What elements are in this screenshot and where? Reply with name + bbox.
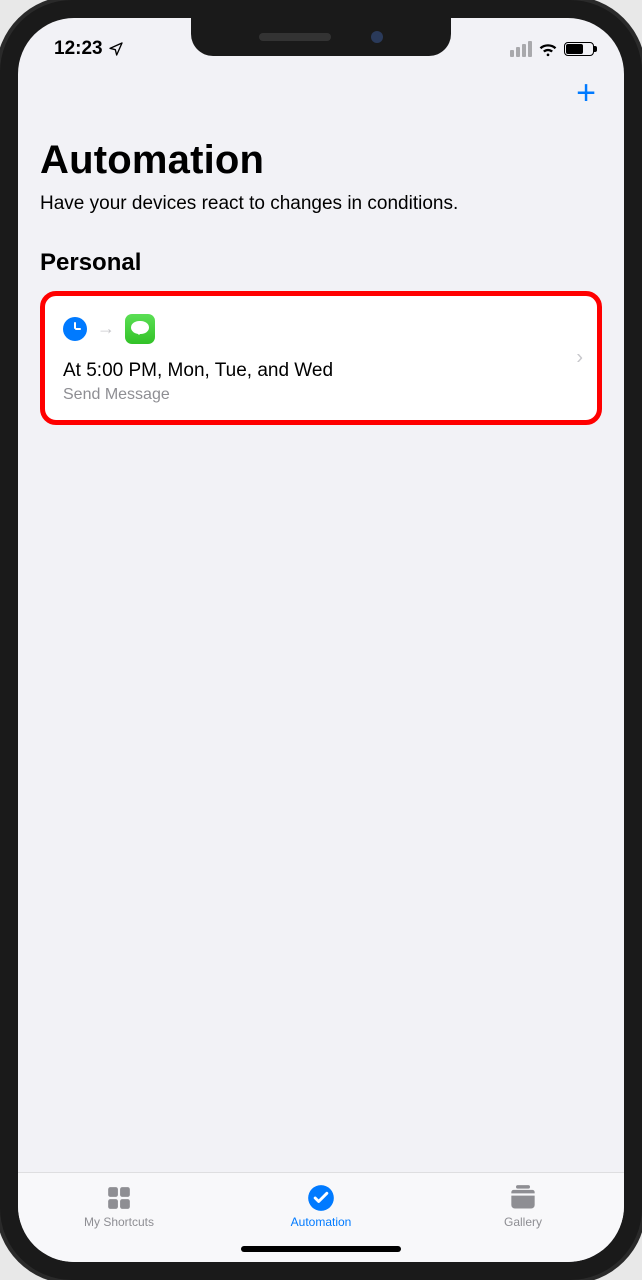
gallery-icon (423, 1183, 623, 1213)
tab-label: My Shortcuts (19, 1215, 219, 1229)
wifi-icon (538, 42, 558, 57)
section-header-personal: Personal (40, 249, 602, 277)
messages-icon (125, 314, 155, 344)
cellular-icon (510, 41, 532, 57)
page-title: Automation (40, 138, 602, 183)
automation-item[interactable]: → At 5:00 PM, Mon, Tue, and Wed Send Mes… (40, 291, 602, 425)
content-area: Automation Have your devices react to ch… (18, 70, 624, 1172)
automation-tab-icon (221, 1183, 421, 1213)
status-time: 12:23 (54, 38, 103, 60)
notch (191, 18, 451, 56)
automation-title: At 5:00 PM, Mon, Tue, and Wed (63, 360, 579, 382)
tab-my-shortcuts[interactable]: My Shortcuts (19, 1183, 219, 1229)
clock-icon (63, 317, 87, 341)
location-icon (108, 41, 124, 57)
tab-automation[interactable]: Automation (221, 1183, 421, 1229)
tab-label: Gallery (423, 1215, 623, 1229)
tab-label: Automation (221, 1215, 421, 1229)
automation-icon-row: → (63, 314, 579, 344)
screen: 12:23 + Automation Have your devices rea… (18, 18, 624, 1262)
battery-icon (564, 42, 594, 56)
automation-subtitle: Send Message (63, 386, 579, 404)
page-subtitle: Have your devices react to changes in co… (40, 191, 602, 217)
tab-gallery[interactable]: Gallery (423, 1183, 623, 1229)
home-indicator[interactable] (241, 1246, 401, 1252)
arrow-icon: → (97, 318, 115, 339)
grid-icon (19, 1183, 219, 1213)
device-frame: 12:23 + Automation Have your devices rea… (0, 0, 642, 1280)
chevron-right-icon: › (576, 346, 583, 369)
